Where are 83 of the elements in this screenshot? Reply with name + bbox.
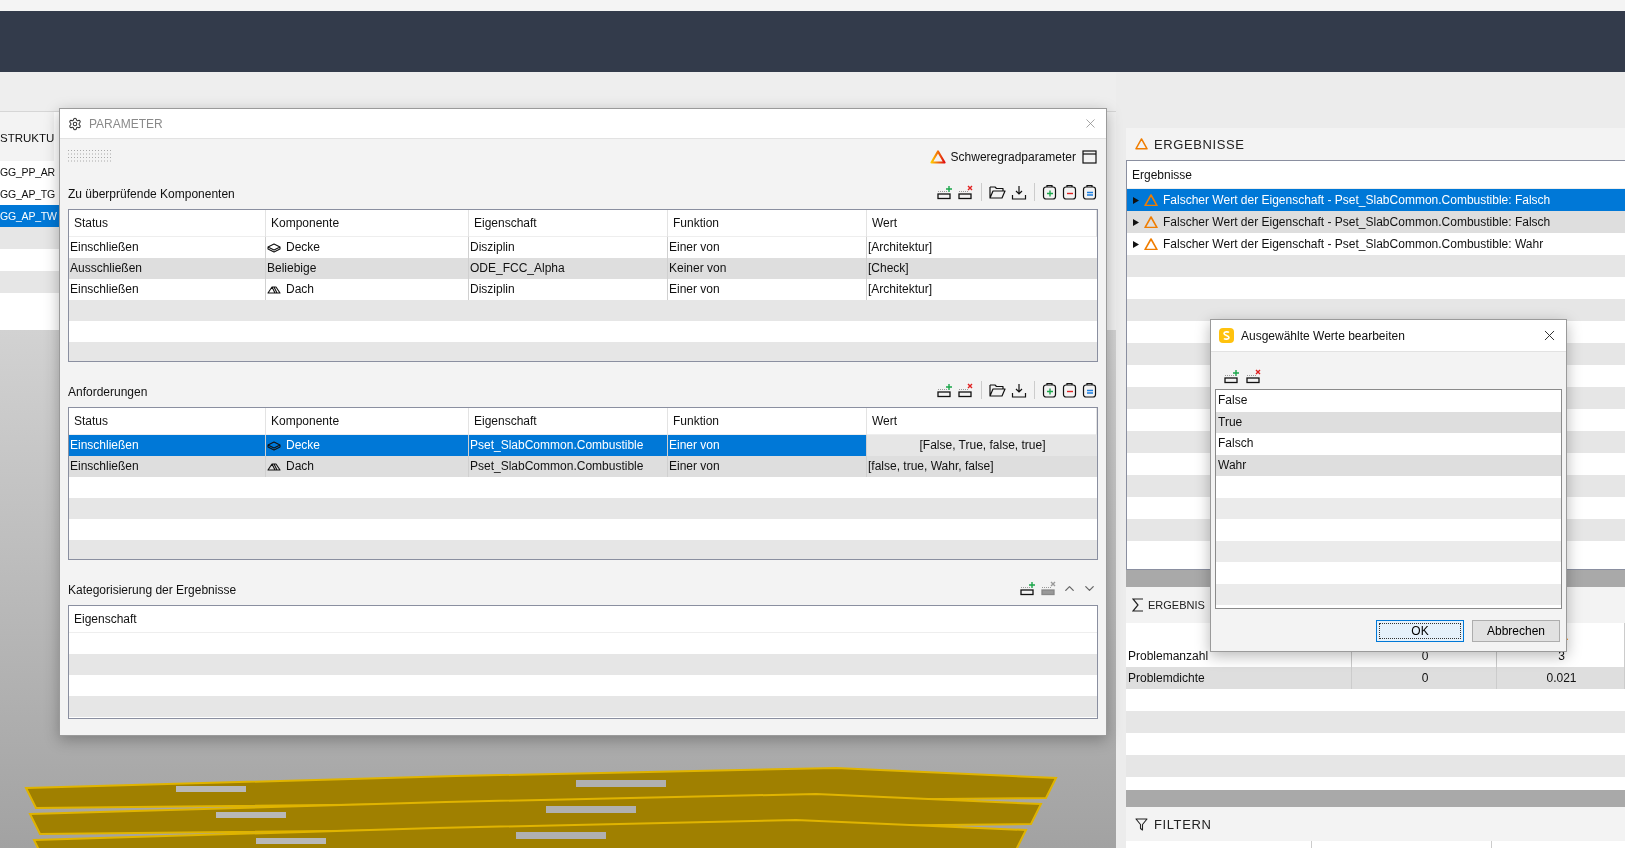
- clipboard-remove-button[interactable]: [1061, 381, 1078, 399]
- table-cell-text: Decke: [286, 239, 320, 256]
- table-cell-text: [Architektur]: [867, 239, 934, 256]
- download-icon: [1011, 184, 1027, 200]
- clipboard-add-button[interactable]: [1041, 183, 1058, 201]
- severity-label: Schweregradparameter: [950, 150, 1076, 164]
- severity-icon: [929, 150, 946, 164]
- panel-title: ERGEBNISSE: [1154, 136, 1245, 152]
- expand-arrow-icon[interactable]: [1133, 240, 1139, 248]
- remove-row-icon: [958, 382, 974, 398]
- remove-row-icon: [958, 184, 974, 200]
- warning-icon: [1144, 237, 1158, 251]
- panel-title: ERGEBNIS: [1148, 599, 1205, 611]
- add-row-icon: [937, 382, 953, 398]
- dialog-title: Ausgewählte Werte bearbeiten: [1241, 328, 1406, 343]
- result-text: Falscher Wert der Eigenschaft - Pset_SlabCommon.Combustible: Falsch: [1163, 215, 1551, 229]
- add-row-button[interactable]: [1019, 580, 1037, 597]
- section-label: Anforderungen: [68, 385, 148, 399]
- ok-button[interactable]: OK: [1376, 620, 1464, 642]
- clipboard-add-button[interactable]: [1041, 381, 1058, 399]
- folder-icon: [989, 185, 1006, 199]
- download-icon: [1011, 382, 1027, 398]
- list-item[interactable]: True: [1216, 411, 1561, 433]
- warning-icon: [1135, 138, 1148, 150]
- table-cell-text: Dach: [286, 281, 314, 298]
- roof-icon: [267, 284, 281, 295]
- remove-row-icon: [1041, 581, 1057, 596]
- result-text: Falscher Wert der Eigenschaft - Pset_SlabCommon.Combustible: Wahr: [1163, 237, 1544, 251]
- window-icon: [1082, 150, 1097, 164]
- folder-icon: [989, 383, 1006, 397]
- panel-title: STRUKTU: [0, 112, 55, 161]
- clipboard-minus-icon: [1062, 382, 1077, 398]
- remove-row-icon: [1246, 369, 1262, 384]
- remove-value-button[interactable]: [1245, 368, 1263, 385]
- warning-icon: [1144, 193, 1158, 207]
- table-cell-text: Decke: [286, 437, 320, 454]
- clipboard-plus-icon: [1042, 382, 1057, 398]
- clipboard-minus-icon: [1062, 184, 1077, 200]
- add-row-icon: [937, 184, 953, 200]
- add-row-button[interactable]: [936, 381, 954, 399]
- result-text: Falscher Wert der Eigenschaft - Pset_SlabCommon.Combustible: Falsch: [1163, 193, 1551, 207]
- remove-row-button[interactable]: [957, 183, 975, 201]
- table-cell-text: [Architektur]: [867, 281, 934, 298]
- add-row-icon: [1224, 369, 1240, 384]
- roof-icon: [267, 461, 281, 472]
- expand-arrow-icon[interactable]: [1133, 218, 1139, 226]
- section-label: Zu überprüfende Komponenten: [68, 187, 235, 201]
- clipboard-equal-button[interactable]: [1081, 183, 1098, 201]
- result-item[interactable]: Falscher Wert der Eigenschaft - Pset_SlabCommon.Combustible: Falsch: [1127, 189, 1625, 211]
- clipboard-plus-icon: [1042, 184, 1057, 200]
- clipboard-remove-button[interactable]: [1061, 183, 1078, 201]
- panel-title: FILTERN: [1154, 816, 1212, 832]
- clipboard-equal-icon: [1082, 382, 1097, 398]
- filter-icon: [1135, 817, 1148, 831]
- warning-icon: [1144, 215, 1158, 229]
- table-row[interactable]: Ausschließen Beliebige ODE_FCC_Alpha Keiner von [Check]: [69, 258, 1097, 279]
- window-button[interactable]: [1081, 149, 1098, 165]
- download-button[interactable]: [1010, 183, 1028, 201]
- table-row[interactable]: Einschließen Decke Pset_SlabCommon.Combustible Einer von [False, True, false, true]: [69, 435, 1097, 456]
- download-button[interactable]: [1010, 381, 1028, 399]
- table-cell-text: [Check]: [867, 260, 910, 277]
- settings-icon: [68, 116, 82, 131]
- cancel-button[interactable]: Abbrechen: [1472, 620, 1560, 642]
- dialog-title: PARAMETER: [89, 116, 164, 131]
- sum-icon: [1132, 598, 1144, 612]
- open-button[interactable]: [988, 382, 1007, 398]
- result-item[interactable]: Falscher Wert der Eigenschaft - Pset_SlabCommon.Combustible: Falsch: [1127, 211, 1625, 233]
- clipboard-equal-button[interactable]: [1081, 381, 1098, 399]
- add-value-button[interactable]: [1223, 368, 1241, 385]
- table-cell-text: Dach: [286, 458, 314, 475]
- remove-row-button[interactable]: [957, 381, 975, 399]
- section-label: Kategorisierung der Ergebnisse: [68, 583, 237, 597]
- table-cell-text: [false, true, Wahr, false]: [867, 458, 995, 475]
- clipboard-equal-icon: [1082, 184, 1097, 200]
- add-row-button[interactable]: [936, 183, 954, 201]
- table-cell: [False, True, false, true]: [867, 435, 1097, 456]
- app-logo-icon: [1219, 328, 1234, 343]
- slab-icon: [267, 440, 281, 451]
- open-button[interactable]: [988, 184, 1007, 200]
- table-row[interactable]: Einschließen Dach Pset_SlabCommon.Combustible Einer von [false, true, Wahr, false]: [69, 456, 1097, 477]
- slab-icon: [267, 242, 281, 253]
- add-row-icon: [1020, 581, 1036, 596]
- list-item[interactable]: Wahr: [1216, 454, 1561, 476]
